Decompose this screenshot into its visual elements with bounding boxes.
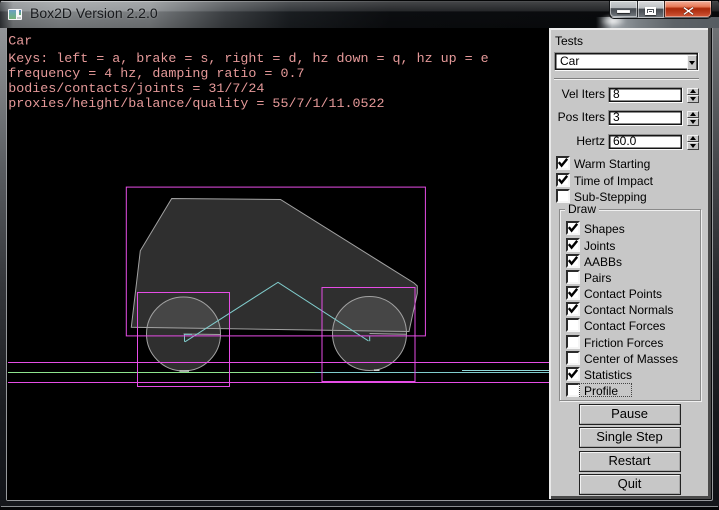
svg-text:proxies/height/balance/quality: proxies/height/balance/quality = 55/7/1/… (8, 97, 384, 112)
svg-text:frequency = 4 hz, damping rati: frequency = 4 hz, damping ratio = 0.7 (8, 67, 304, 82)
svg-text:Keys: left = a, brake = s, rig: Keys: left = a, brake = s, right = d, hz… (8, 52, 488, 67)
svg-text:bodies/contacts/joints = 31/7/: bodies/contacts/joints = 31/7/24 (8, 82, 264, 97)
svg-text:Car: Car (8, 35, 32, 50)
